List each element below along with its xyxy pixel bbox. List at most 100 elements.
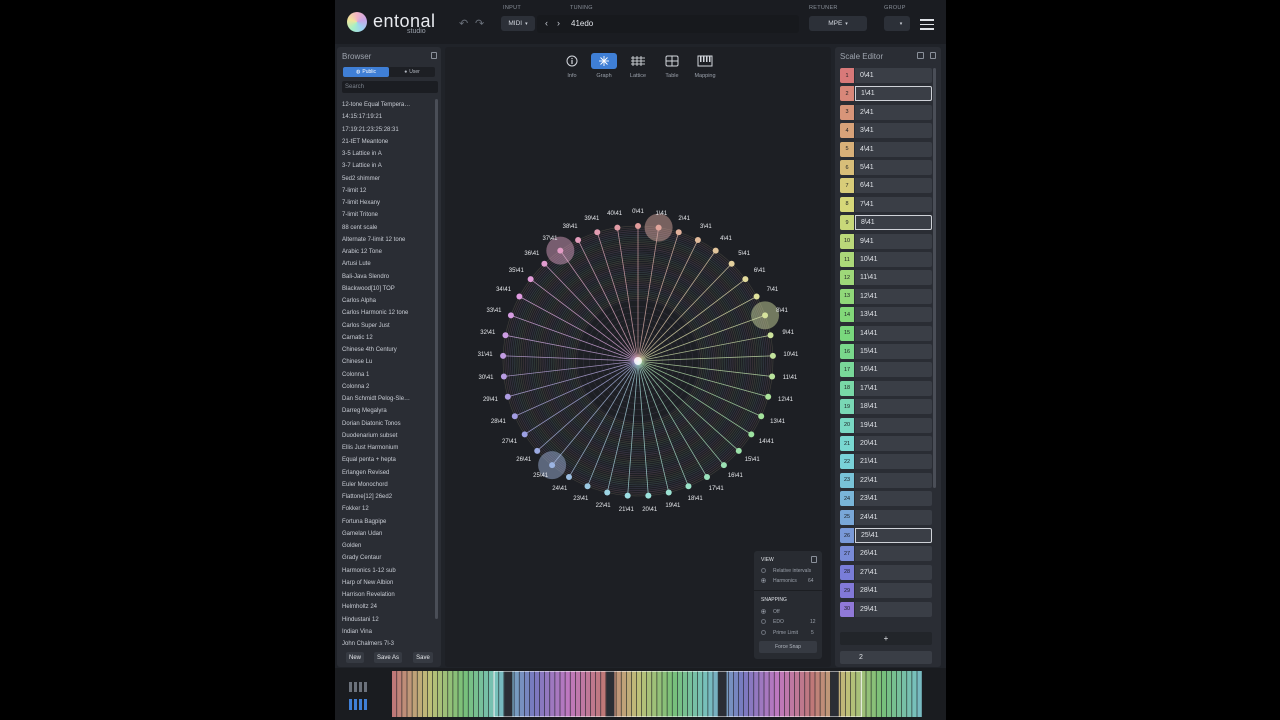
- list-item[interactable]: 88 cent scale: [342, 222, 434, 234]
- scale-row[interactable]: 15 14\41: [840, 325, 932, 341]
- scrollbar[interactable]: [933, 68, 936, 488]
- scale-row-value[interactable]: 25\41: [855, 528, 932, 543]
- scale-row-value[interactable]: 1\41: [855, 86, 932, 102]
- list-item[interactable]: Euler Monochord: [342, 479, 434, 491]
- list-item[interactable]: 14:15:17:19:21: [342, 111, 434, 123]
- scale-row[interactable]: 9 8\41: [840, 215, 932, 231]
- scale-row[interactable]: 6 5\41: [840, 160, 932, 175]
- scale-row[interactable]: 2 1\41: [840, 86, 932, 102]
- list-item[interactable]: Harp of New Albion: [342, 577, 434, 589]
- list-item[interactable]: 21-tET Meantone: [342, 136, 434, 148]
- scale-row-value[interactable]: 11\41: [855, 270, 932, 286]
- scale-row[interactable]: 3 2\41: [840, 104, 932, 120]
- scale-row-value[interactable]: 4\41: [855, 141, 932, 157]
- snap-edo-radio[interactable]: [761, 619, 766, 624]
- scale-row-value[interactable]: 20\41: [855, 436, 932, 451]
- list-item[interactable]: 3-5 Lattice in A: [342, 148, 434, 160]
- list-item[interactable]: Golden: [342, 540, 434, 552]
- list-item[interactable]: Helmholtz 24: [342, 601, 434, 613]
- list-item[interactable]: Carlos Alpha: [342, 295, 434, 307]
- scale-row-value[interactable]: 18\41: [855, 399, 932, 415]
- scale-row-value[interactable]: 12\41: [855, 288, 932, 304]
- scale-row-value[interactable]: 22\41: [855, 472, 932, 488]
- scrollbar[interactable]: [435, 99, 438, 619]
- scale-row-value[interactable]: 24\41: [855, 509, 932, 525]
- list-item[interactable]: Indian Vina: [342, 626, 434, 638]
- list-item[interactable]: Grady Centaur: [342, 552, 434, 564]
- period-field[interactable]: 2: [840, 651, 932, 664]
- scale-row[interactable]: 8 7\41: [840, 196, 932, 212]
- save-button[interactable]: Save: [413, 652, 433, 663]
- list-item[interactable]: Arabic 12 Tone: [342, 246, 434, 258]
- scale-row-value[interactable]: 9\41: [855, 233, 932, 249]
- next-tuning-icon[interactable]: ›: [557, 18, 560, 28]
- list-item[interactable]: Alternate 7-limit 12 tone: [342, 234, 434, 246]
- scale-row-value[interactable]: 29\41: [855, 601, 932, 617]
- list-item[interactable]: Chinese Lu: [342, 356, 434, 368]
- list-item[interactable]: 7-limit 12: [342, 185, 434, 197]
- scale-row[interactable]: 7 6\41: [840, 178, 932, 194]
- relative-intervals-radio[interactable]: [761, 568, 766, 573]
- scale-row-value[interactable]: 14\41: [855, 325, 932, 341]
- list-item[interactable]: Dan Schmidt Pelog-Sle…: [342, 393, 434, 405]
- list-item[interactable]: Carnatic 12: [342, 332, 434, 344]
- redo-icon[interactable]: ↷: [475, 17, 484, 30]
- scale-row-value[interactable]: 26\41: [855, 546, 932, 562]
- scale-row[interactable]: 13 12\41: [840, 288, 932, 304]
- list-item[interactable]: Hindustani 12: [342, 614, 434, 626]
- snap-prime-limit-radio[interactable]: [761, 630, 766, 635]
- list-item[interactable]: 7-limit Hexany: [342, 197, 434, 209]
- grid-keys-icon[interactable]: [349, 697, 367, 710]
- scale-row[interactable]: 27 26\41: [840, 546, 932, 562]
- previous-tuning-icon[interactable]: ‹: [545, 18, 548, 28]
- scale-row[interactable]: 16 15\41: [840, 344, 932, 359]
- scale-row[interactable]: 25 24\41: [840, 509, 932, 525]
- scale-row-value[interactable]: 17\41: [855, 380, 932, 396]
- scale-row[interactable]: 1 0\41: [840, 68, 932, 83]
- scale-row[interactable]: 14 13\41: [840, 307, 932, 323]
- list-item[interactable]: Blackwood[10] TOP: [342, 283, 434, 295]
- scale-row-value[interactable]: 28\41: [855, 583, 932, 599]
- list-item[interactable]: Fortuna Bagpipe: [342, 516, 434, 528]
- harmonics-value[interactable]: 64: [808, 578, 814, 584]
- collapse-panel-icon[interactable]: [811, 556, 817, 563]
- scale-row-value[interactable]: 3\41: [855, 123, 932, 139]
- list-item[interactable]: Erlangen Revised: [342, 467, 434, 479]
- search-input[interactable]: Search: [342, 81, 438, 93]
- hamburger-menu-icon[interactable]: [918, 16, 936, 32]
- list-item[interactable]: Chinese 4th Century: [342, 344, 434, 356]
- save-as-button[interactable]: Save As: [374, 652, 402, 663]
- scale-row[interactable]: 19 18\41: [840, 399, 932, 415]
- list-item[interactable]: Fokker 12: [342, 503, 434, 515]
- list-item[interactable]: Darreg Megalyra: [342, 405, 434, 417]
- scale-row-value[interactable]: 27\41: [855, 564, 932, 580]
- list-item[interactable]: 5ed2 shimmer: [342, 173, 434, 185]
- scale-row[interactable]: 11 10\41: [840, 252, 932, 267]
- list-item[interactable]: Harmonics 1-12 sub: [342, 565, 434, 577]
- scale-row-value[interactable]: 5\41: [855, 160, 932, 175]
- scale-row[interactable]: 20 19\41: [840, 417, 932, 433]
- scale-row[interactable]: 10 9\41: [840, 233, 932, 249]
- input-select[interactable]: MIDI ▾: [501, 16, 535, 31]
- scale-row-value[interactable]: 10\41: [855, 252, 932, 267]
- list-item[interactable]: Equal penta + hepta: [342, 454, 434, 466]
- list-item[interactable]: Flattone[12] 26ed2: [342, 491, 434, 503]
- export-icon[interactable]: [917, 52, 924, 59]
- scale-row[interactable]: 12 11\41: [840, 270, 932, 286]
- scale-row[interactable]: 4 3\41: [840, 123, 932, 139]
- new-button[interactable]: New: [346, 652, 364, 663]
- scale-row[interactable]: 17 16\41: [840, 362, 932, 378]
- force-snap-button[interactable]: Force Snap: [759, 641, 817, 653]
- list-item[interactable]: Colonna 2: [342, 381, 434, 393]
- list-item[interactable]: Artusi Lute: [342, 258, 434, 270]
- scale-row-value[interactable]: 7\41: [855, 196, 932, 212]
- list-item[interactable]: Colonna 1: [342, 369, 434, 381]
- scale-row[interactable]: 23 22\41: [840, 472, 932, 488]
- piano-icon[interactable]: [349, 679, 367, 692]
- scale-row-value[interactable]: 15\41: [855, 344, 932, 359]
- group-select[interactable]: ▾: [884, 16, 910, 31]
- scale-row-value[interactable]: 6\41: [855, 178, 932, 194]
- scale-row[interactable]: 30 29\41: [840, 601, 932, 617]
- scale-row-value[interactable]: 16\41: [855, 362, 932, 378]
- list-item[interactable]: Ellis Just Harmonium: [342, 442, 434, 454]
